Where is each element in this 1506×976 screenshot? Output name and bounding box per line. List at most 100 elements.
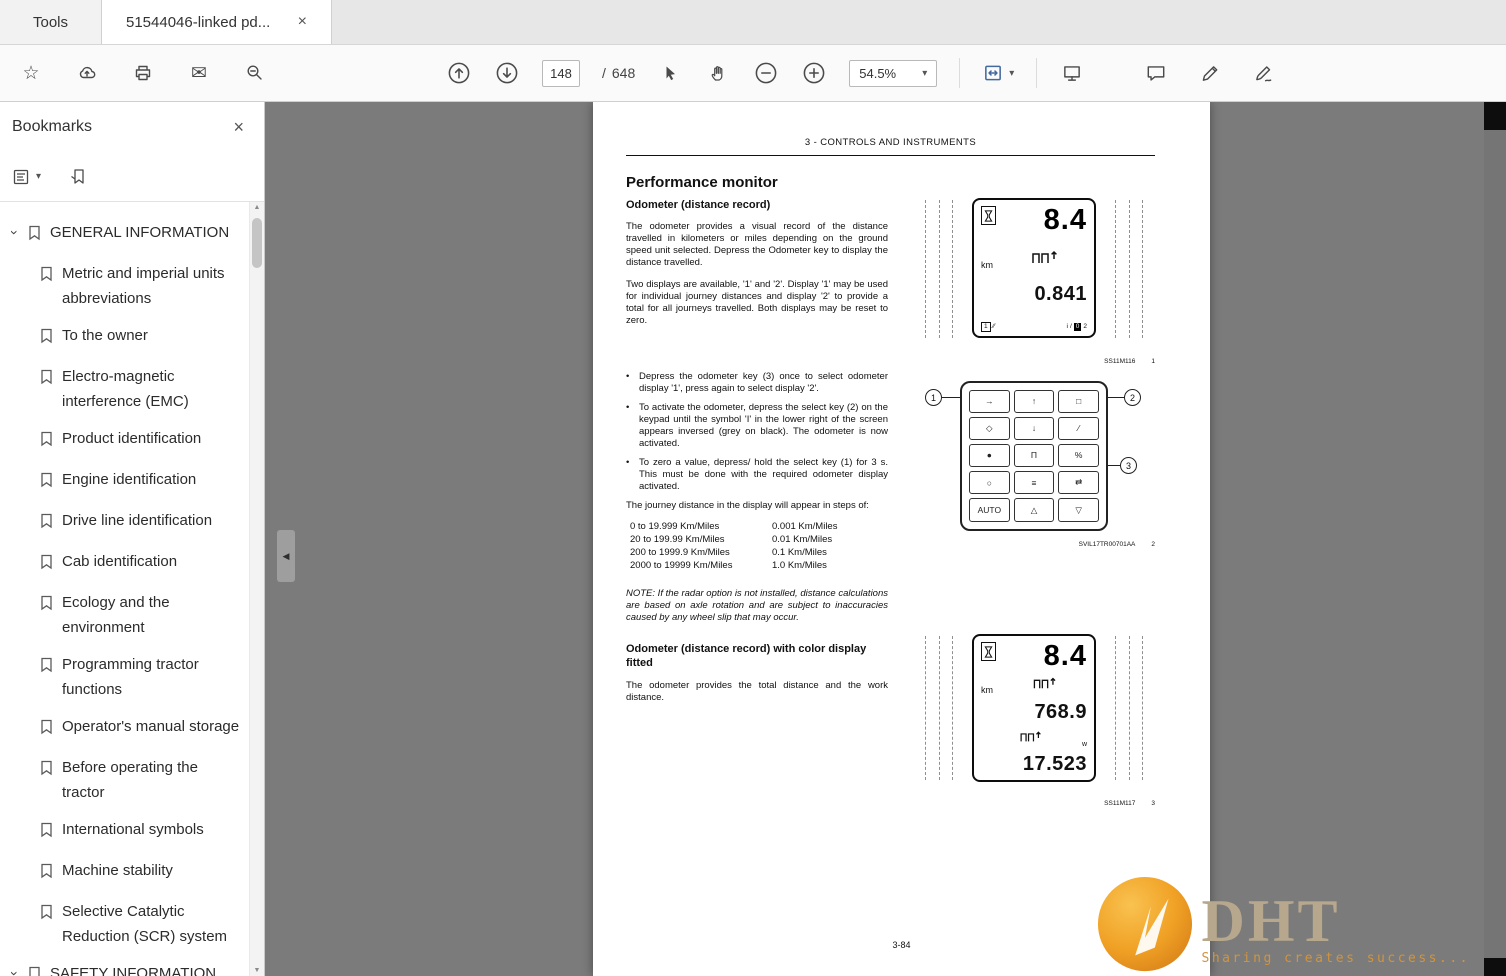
mode-active-indicator: 0 bbox=[1074, 323, 1082, 331]
note-text: NOTE: If the radar option is not install… bbox=[626, 588, 888, 624]
bookmark-label: SAFETY INFORMATION bbox=[50, 961, 242, 976]
keypad-key: AUTO bbox=[969, 498, 1010, 522]
close-tab-icon[interactable]: × bbox=[298, 14, 307, 30]
zoom-level-select[interactable]: 54.5% ▾ bbox=[849, 60, 937, 87]
table-row: 200 to 1999.9 Km/Miles0.1 Km/Miles bbox=[630, 546, 888, 559]
bookmark-icon bbox=[39, 467, 56, 496]
tab-bar: Tools 51544046-linked pd... × bbox=[0, 0, 1506, 45]
zoom-search-icon[interactable] bbox=[242, 60, 268, 86]
callout-3: 3 bbox=[1120, 457, 1137, 474]
hand-tool-icon[interactable] bbox=[705, 60, 731, 86]
sidebar-item-drive-line-identification[interactable]: Drive line identification bbox=[8, 502, 242, 543]
print-icon[interactable] bbox=[130, 60, 156, 86]
main-toolbar: ☆ ✉ / 648 bbox=[0, 45, 1506, 102]
sidebar-item-ecology-environment[interactable]: Ecology and the environment bbox=[8, 584, 242, 646]
toolbar-left-group: ☆ ✉ bbox=[18, 60, 268, 86]
table-row: 0 to 19.999 Km/Miles0.001 Km/Miles bbox=[630, 520, 888, 533]
tab-document[interactable]: 51544046-linked pd... × bbox=[102, 0, 332, 44]
scrollbar-down-icon[interactable]: ▼ bbox=[250, 967, 264, 974]
bookmark-icon bbox=[39, 364, 56, 393]
email-icon[interactable]: ✉ bbox=[186, 60, 212, 86]
collapse-sidebar-button[interactable]: ◀ bbox=[277, 530, 295, 582]
fit-page-button[interactable]: ▾ bbox=[982, 62, 1014, 84]
sidebar-item-cab-identification[interactable]: Cab identification bbox=[8, 543, 242, 584]
unit-label: km bbox=[981, 685, 993, 695]
zoom-out-button[interactable] bbox=[753, 60, 779, 86]
find-current-bookmark-icon[interactable] bbox=[69, 168, 89, 186]
sidebar-item-international-symbols[interactable]: International symbols bbox=[8, 811, 242, 852]
paragraph: The odometer provides a visual record of… bbox=[626, 221, 888, 269]
sidebar-item-general-information[interactable]: › GENERAL INFORMATION bbox=[8, 214, 242, 255]
bookmarks-toolbar: ▾ bbox=[0, 152, 264, 202]
bookmark-icon bbox=[39, 652, 56, 681]
tab-tools[interactable]: Tools bbox=[0, 0, 102, 44]
keypad-key: ≡ bbox=[1014, 471, 1055, 495]
watermark: DHT Sharing creates success... bbox=[1096, 875, 1471, 976]
sidebar-item-metric-imperial-units[interactable]: Metric and imperial units abbreviations bbox=[8, 255, 242, 317]
highlight-pencil-icon[interactable] bbox=[1197, 60, 1223, 86]
bookmark-label: Before operating the tractor bbox=[62, 755, 242, 805]
page-count-label: / 648 bbox=[602, 65, 635, 81]
toolbar-center-group: / 648 54.5% ▾ ▾ bbox=[446, 58, 1085, 88]
section-heading: Odometer (distance record) with color di… bbox=[626, 642, 888, 670]
odometer-work-value: 17.523 bbox=[981, 753, 1087, 776]
sidebar-scrollbar[interactable]: ▲ ▼ bbox=[249, 202, 264, 976]
scrollbar-thumb[interactable] bbox=[252, 218, 262, 268]
keypad-key: ▽ bbox=[1058, 498, 1099, 522]
steps-intro: The journey distance in the display will… bbox=[626, 500, 888, 512]
previous-page-button[interactable] bbox=[446, 60, 472, 86]
sidebar-item-before-operating-tractor[interactable]: Before operating the tractor bbox=[8, 749, 242, 811]
viewer-scrollbar-thumb[interactable] bbox=[1484, 102, 1506, 130]
watermark-brand: DHT bbox=[1202, 893, 1471, 949]
range-cell: 200 to 1999.9 Km/Miles bbox=[630, 546, 772, 559]
callout-1: 1 bbox=[925, 389, 942, 406]
display-1-indicator: 1 bbox=[981, 322, 991, 332]
keypad-key: → bbox=[969, 390, 1010, 413]
bookmark-options-icon[interactable]: ▾ bbox=[12, 168, 41, 186]
bookmark-label: Selective Catalytic Reduction (SCR) syst… bbox=[62, 899, 242, 949]
page-title: Performance monitor bbox=[626, 174, 888, 191]
odometer-top-value: 8.4 bbox=[1044, 642, 1087, 670]
cloud-upload-icon[interactable] bbox=[74, 60, 100, 86]
sidebar-item-safety-information[interactable]: › SAFETY INFORMATION bbox=[8, 955, 242, 976]
hatch-lines bbox=[913, 636, 965, 780]
sidebar-item-scr-system[interactable]: Selective Catalytic Reduction (SCR) syst… bbox=[8, 893, 242, 955]
hourglass-icon bbox=[981, 206, 996, 225]
zoom-in-button[interactable] bbox=[801, 60, 827, 86]
bookmark-label: Metric and imperial units abbreviations bbox=[62, 261, 242, 311]
page-number-input[interactable] bbox=[542, 60, 580, 87]
bookmark-label: Engine identification bbox=[62, 467, 242, 492]
next-page-button[interactable] bbox=[494, 60, 520, 86]
page-text-column: Performance monitor Odometer (distance r… bbox=[626, 168, 888, 704]
mode-i-label: i bbox=[1066, 323, 1067, 330]
bookmark-icon bbox=[39, 858, 56, 887]
hatch-lines bbox=[913, 200, 965, 338]
scrollbar-up-icon[interactable]: ▲ bbox=[250, 204, 264, 211]
sidebar-item-operators-manual-storage[interactable]: Operator's manual storage bbox=[8, 708, 242, 749]
close-panel-icon[interactable]: × bbox=[233, 117, 244, 138]
bookmark-icon bbox=[39, 755, 56, 784]
bookmarks-panel-header: Bookmarks × bbox=[0, 102, 264, 152]
sidebar-item-machine-stability[interactable]: Machine stability bbox=[8, 852, 242, 893]
hatch-glyph: ⁄⁄ bbox=[993, 323, 995, 330]
sidebar-item-engine-identification[interactable]: Engine identification bbox=[8, 461, 242, 502]
sidebar-item-product-identification[interactable]: Product identification bbox=[8, 420, 242, 461]
sidebar-item-to-the-owner[interactable]: To the owner bbox=[8, 317, 242, 358]
chevron-down-icon[interactable]: › bbox=[2, 967, 27, 976]
page-count-separator: / bbox=[602, 65, 606, 81]
favorites-star-icon[interactable]: ☆ bbox=[18, 60, 44, 86]
fill-sign-pen-icon[interactable] bbox=[1251, 60, 1277, 86]
sidebar-item-programming-tractor-functions[interactable]: Programming tractor functions bbox=[8, 646, 242, 708]
viewer-scrollbar[interactable] bbox=[1484, 102, 1506, 976]
journey-icon bbox=[1030, 248, 1060, 270]
display-status-row: 1 ⁄⁄ i / 0 2 bbox=[981, 322, 1087, 332]
sidebar-item-emc-interference[interactable]: Electro-magnetic interference (EMC) bbox=[8, 358, 242, 420]
keypad-key: □ bbox=[1058, 390, 1099, 413]
odometer-top-value: 8.4 bbox=[1044, 206, 1087, 234]
figure-code: SVIL17TR00701AA bbox=[1079, 541, 1136, 548]
comment-icon[interactable] bbox=[1143, 60, 1169, 86]
bullet-text: Depress the odometer key (3) once to sel… bbox=[639, 371, 888, 395]
chevron-down-icon[interactable]: › bbox=[2, 226, 27, 239]
scroll-mode-icon[interactable] bbox=[1059, 60, 1085, 86]
select-tool-icon[interactable] bbox=[657, 60, 683, 86]
